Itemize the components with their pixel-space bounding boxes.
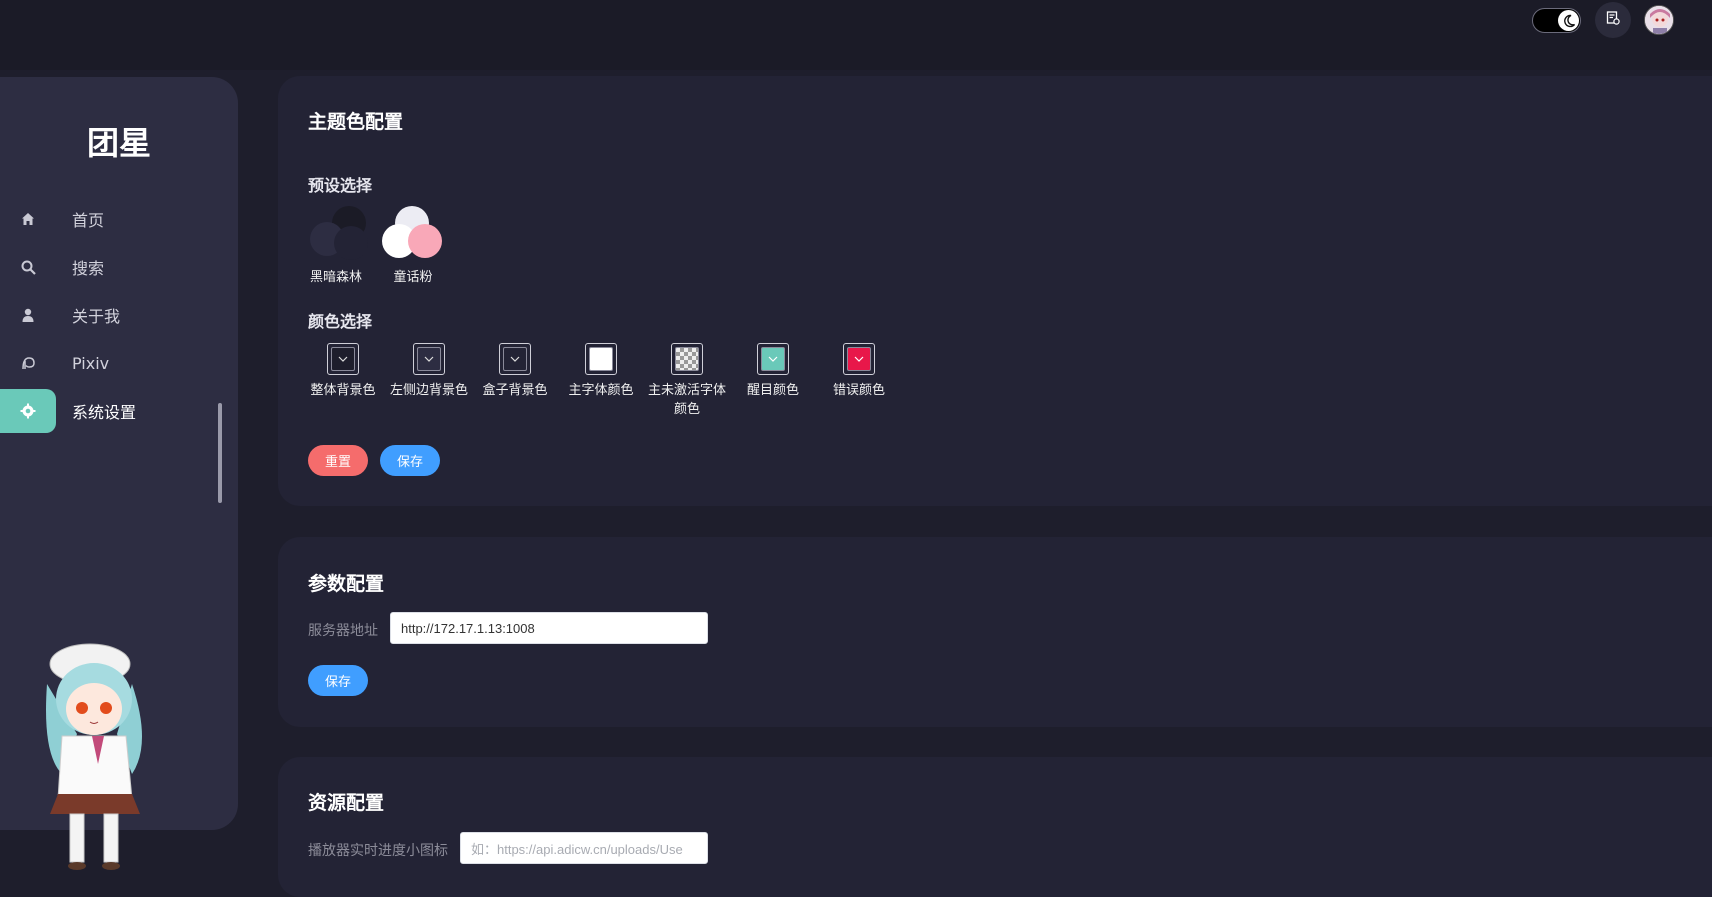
color-picker-main-font[interactable]: 主字体颜色 — [561, 343, 641, 400]
chevron-down-icon — [338, 356, 348, 362]
chevron-down-icon — [768, 356, 778, 362]
color-swatch[interactable] — [843, 343, 875, 375]
color-picker-inactive-font[interactable]: 主未激活字体颜色 — [647, 343, 727, 419]
sidebar-item-label: 首页 — [72, 211, 105, 230]
resource-config-panel: 资源配置 播放器实时进度小图标 如：https://api.adicw.cn/u… — [278, 757, 1712, 897]
player-icon-input[interactable]: 如：https://api.adicw.cn/uploads/Use — [460, 832, 708, 864]
preset-label: 黑暗森林 — [309, 270, 362, 285]
sidebar-item-label: 搜索 — [72, 259, 105, 278]
panel-title: 资源配置 — [308, 792, 385, 814]
theme-config-panel: 主题色配置 预设选择 黑暗森林 童话粉 颜色选择 整体背景色 左侧边背景色 盒子… — [278, 76, 1712, 506]
search-icon — [0, 245, 56, 289]
sidebar-item-label: Pixiv — [72, 353, 110, 373]
color-picker-bg[interactable]: 整体背景色 — [303, 343, 383, 400]
preset-swatch — [381, 206, 445, 260]
server-address-input[interactable]: http://172.17.1.13:1008 — [390, 612, 708, 644]
color-label: 主未激活字体颜色 — [647, 383, 726, 417]
panel-title: 主题色配置 — [308, 111, 404, 133]
preset-label: 童话粉 — [393, 270, 433, 285]
gear-icon — [0, 389, 56, 433]
color-picker-sidebar-bg[interactable]: 左侧边背景色 — [389, 343, 469, 400]
pixiv-icon — [0, 341, 56, 385]
preset-fairy-pink[interactable]: 童话粉 — [378, 206, 448, 285]
mascot-illustration — [46, 643, 142, 870]
sidebar-item-settings[interactable]: 系统设置 — [0, 389, 238, 433]
reset-button[interactable]: 重置 — [308, 445, 368, 476]
color-picker-error[interactable]: 错误颜色 — [819, 343, 899, 400]
chevron-down-icon — [424, 356, 434, 362]
preset-heading: 预设选择 — [308, 176, 373, 195]
color-swatch[interactable] — [327, 343, 359, 375]
color-label: 错误颜色 — [832, 383, 885, 398]
color-swatch[interactable] — [671, 343, 703, 375]
sidebar-item-about[interactable]: 关于我 — [0, 293, 238, 337]
color-label: 盒子背景色 — [482, 383, 548, 398]
theme-toggle[interactable] — [1532, 8, 1581, 33]
color-label: 整体背景色 — [310, 383, 376, 398]
save-theme-button[interactable]: 保存 — [380, 445, 440, 476]
color-label: 醒目颜色 — [746, 383, 799, 398]
player-icon-label: 播放器实时进度小图标 — [308, 843, 448, 859]
color-label: 主字体颜色 — [568, 383, 634, 398]
sidebar-item-label: 系统设置 — [72, 403, 137, 422]
color-swatch[interactable] — [757, 343, 789, 375]
chevron-down-icon — [510, 356, 520, 362]
color-heading: 颜色选择 — [308, 312, 373, 331]
param-config-panel: 参数配置 服务器地址 http://172.17.1.13:1008 保存 — [278, 537, 1712, 727]
sidebar-item-label: 关于我 — [72, 307, 121, 326]
color-picker-box-bg[interactable]: 盒子背景色 — [475, 343, 555, 400]
color-swatch[interactable] — [499, 343, 531, 375]
color-swatch[interactable] — [413, 343, 445, 375]
save-params-button[interactable]: 保存 — [308, 665, 368, 696]
sidebar-item-pixiv[interactable]: Pixiv — [0, 341, 238, 385]
home-icon — [0, 197, 56, 241]
user-avatar[interactable] — [1644, 5, 1674, 35]
document-button[interactable] — [1595, 2, 1631, 38]
chevron-down-icon — [854, 356, 864, 362]
sidebar-item-home[interactable]: 首页 — [0, 197, 238, 241]
document-icon — [1605, 10, 1621, 30]
color-swatch[interactable] — [585, 343, 617, 375]
preset-dark-forest[interactable]: 黑暗森林 — [301, 206, 371, 285]
preset-swatch — [304, 206, 368, 260]
color-picker-accent[interactable]: 醒目颜色 — [733, 343, 813, 400]
sidebar-item-search[interactable]: 搜索 — [0, 245, 238, 289]
moon-icon — [1558, 10, 1579, 31]
server-address-label: 服务器地址 — [308, 623, 378, 639]
user-icon — [0, 293, 56, 337]
color-label: 左侧边背景色 — [389, 383, 468, 398]
brand-title: 团星 — [86, 124, 151, 162]
top-bar — [0, 0, 1712, 70]
sidebar-scrollbar[interactable] — [218, 403, 222, 503]
panel-title: 参数配置 — [308, 573, 385, 595]
